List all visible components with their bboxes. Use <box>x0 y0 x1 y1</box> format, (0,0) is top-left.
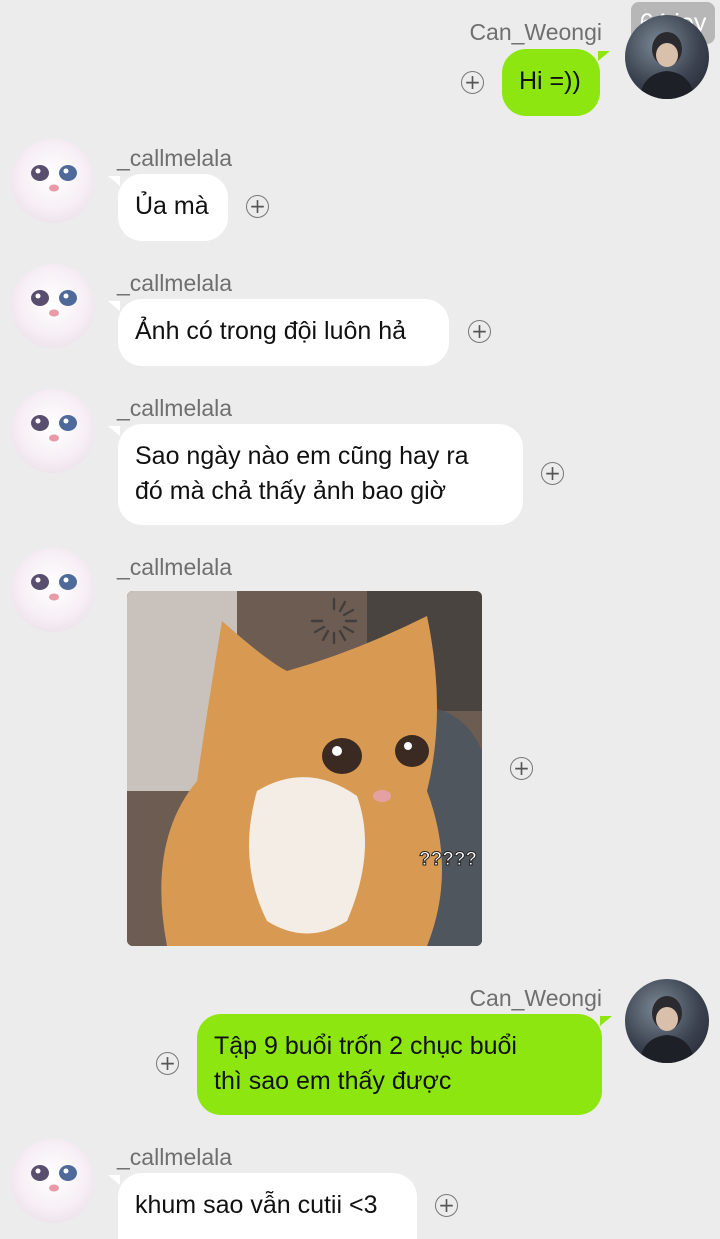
sender-name: Can_Weongi <box>469 19 602 45</box>
cat-face-icon <box>31 165 77 192</box>
plus-circle-icon: + <box>544 461 561 485</box>
add-reaction-button[interactable]: + <box>510 757 533 780</box>
cat-face-icon <box>31 415 77 442</box>
bubble-tail <box>598 51 610 61</box>
bubble-tail <box>600 1016 612 1026</box>
sender-name: _callmelala <box>117 554 233 580</box>
avatar[interactable] <box>11 264 95 348</box>
message-text-line: Tập 9 buổi trốn 2 chục buổi <box>214 1032 517 1060</box>
message-text: Hi =)) <box>519 67 581 95</box>
cat-face-icon <box>31 290 77 317</box>
sender-name: _callmelala <box>117 395 233 421</box>
sender-name: _callmelala <box>117 270 233 296</box>
add-reaction-button[interactable]: + <box>156 1052 179 1075</box>
avatar[interactable] <box>11 1139 95 1223</box>
plus-circle-icon: + <box>249 194 266 218</box>
plus-circle-icon: + <box>513 756 530 780</box>
avatar[interactable] <box>625 15 709 99</box>
message-text: khum sao vẫn cutii <3 <box>135 1191 378 1219</box>
bubble-tail <box>108 1175 120 1185</box>
image-message[interactable]: ????? <box>127 591 482 946</box>
person-icon <box>639 996 695 1063</box>
plus-circle-icon: + <box>471 319 488 343</box>
message-text-line: đó mà chả thấy ảnh bao giờ <box>135 477 447 505</box>
person-icon <box>639 32 695 99</box>
message-bubble[interactable]: khum sao vẫn cutii <3 <box>118 1173 417 1239</box>
plus-circle-icon: + <box>438 1193 455 1217</box>
avatar[interactable] <box>11 389 95 473</box>
message-bubble[interactable]: Tập 9 buổi trốn 2 chục buổi thì sao em t… <box>197 1014 602 1115</box>
message-text: Ủa mà <box>135 192 209 220</box>
cat-face-icon <box>31 1165 77 1192</box>
add-reaction-button[interactable]: + <box>435 1194 458 1217</box>
add-reaction-button[interactable]: + <box>461 71 484 94</box>
add-reaction-button[interactable]: + <box>468 320 491 343</box>
message-text: Ảnh có trong đội luôn hả <box>135 317 407 345</box>
add-reaction-button[interactable]: + <box>246 195 269 218</box>
image-caption: ????? <box>419 849 477 870</box>
cat-face-icon <box>31 574 77 601</box>
avatar[interactable] <box>11 548 95 632</box>
avatar[interactable] <box>625 979 709 1063</box>
message-text-line: Sao ngày nào em cũng hay ra <box>135 442 469 470</box>
message-bubble[interactable]: Ủa mà <box>118 174 228 241</box>
message-bubble[interactable]: Sao ngày nào em cũng hay ra đó mà chả th… <box>118 424 523 525</box>
message-bubble[interactable]: Ảnh có trong đội luôn hả <box>118 299 449 366</box>
sender-name: _callmelala <box>117 145 233 171</box>
avatar[interactable] <box>11 139 95 223</box>
plus-circle-icon: + <box>159 1051 176 1075</box>
message-text-line: thì sao em thấy được <box>214 1067 452 1095</box>
sender-name: Can_Weongi <box>469 985 602 1011</box>
sender-name: _callmelala <box>117 1144 233 1170</box>
bubble-tail <box>108 426 120 436</box>
add-reaction-button[interactable]: + <box>541 462 564 485</box>
message-bubble[interactable]: Hi =)) <box>502 49 600 116</box>
plus-circle-icon: + <box>464 70 481 94</box>
bubble-tail <box>108 301 120 311</box>
cat-photo: ????? <box>127 591 482 946</box>
bubble-tail <box>108 176 120 186</box>
